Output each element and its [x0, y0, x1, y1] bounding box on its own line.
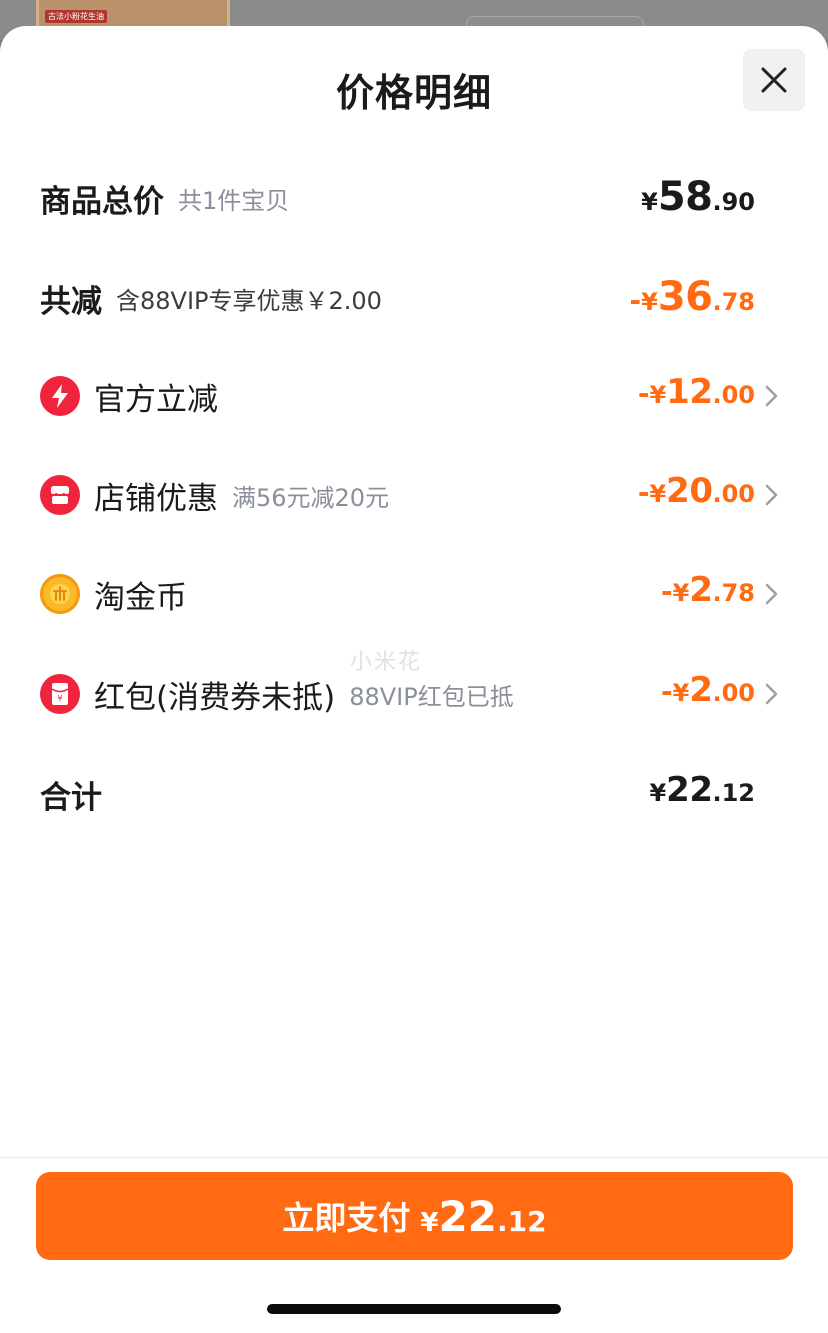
amount-integer: 22: [666, 770, 713, 810]
gold-coin-icon: [40, 574, 80, 614]
amount-decimal: .00: [712, 381, 755, 409]
chevron-right-icon: [765, 683, 778, 705]
currency-symbol: ¥: [420, 1207, 439, 1238]
red-packet-amount: - ¥ 2 .00: [661, 664, 755, 724]
close-icon: [761, 67, 787, 93]
minus-sign: -: [660, 575, 673, 608]
minus-sign: -: [637, 377, 650, 410]
currency-symbol: ¥: [649, 480, 667, 508]
amount-integer: 22: [438, 1191, 497, 1241]
amount-decimal: .90: [712, 188, 755, 216]
sheet-title: 价格明细: [335, 71, 492, 115]
shop-icon: [40, 475, 80, 515]
official-discount-row[interactable]: 官方立减 - ¥ 12 .00: [0, 366, 828, 426]
subtotal-row: 商品总价 共1件宝贝 ¥ 58 .90: [0, 168, 828, 228]
store-discount-rule: 满56元减20元: [232, 483, 390, 512]
vip-discount-note: 含88VIP专享优惠￥2.00: [116, 286, 382, 315]
grand-total-amount: ¥ 22 .12: [649, 764, 755, 824]
grand-total-label: 合计: [40, 779, 102, 816]
minus-sign: -: [637, 476, 650, 509]
currency-symbol: ¥: [641, 288, 658, 316]
vip-red-packet-note: 88VIP红包已抵: [349, 682, 514, 711]
amount-decimal: .78: [712, 579, 755, 607]
amount-integer: 20: [666, 471, 713, 511]
pay-button-amount: ¥ 22 .12: [420, 1192, 546, 1241]
red-packet-row[interactable]: ¥ 红包(消费券未抵) 88VIP红包已抵 - ¥ 2 .00: [0, 664, 828, 724]
coins-row[interactable]: 淘金币 - ¥ 2 .78: [0, 564, 828, 624]
subtotal-label: 商品总价: [40, 183, 164, 220]
pay-button-label: 立即支付: [282, 1199, 411, 1237]
total-discount-label: 共减: [40, 283, 102, 320]
currency-symbol: ¥: [672, 679, 690, 707]
amount-decimal: .12: [712, 779, 755, 807]
amount-integer: 58: [657, 174, 713, 220]
official-discount-amount: - ¥ 12 .00: [638, 366, 755, 426]
currency-symbol: ¥: [672, 579, 690, 607]
total-discount-row: 共减 含88VIP专享优惠￥2.00 - ¥ 36 .78: [0, 268, 828, 328]
chevron-right-icon: [765, 385, 778, 407]
item-count: 共1件宝贝: [178, 186, 290, 215]
footer-divider: [0, 1157, 828, 1158]
store-discount-row[interactable]: 店铺优惠 满56元减20元 - ¥ 20 .00: [0, 465, 828, 525]
amount-decimal: .12: [496, 1204, 547, 1238]
close-button[interactable]: [743, 49, 805, 111]
store-discount-amount: - ¥ 20 .00: [638, 465, 755, 525]
coins-amount: - ¥ 2 .78: [661, 564, 755, 624]
official-discount-label: 官方立减: [94, 381, 218, 418]
total-discount-amount: - ¥ 36 .78: [629, 268, 755, 328]
currency-symbol: ¥: [649, 381, 667, 409]
amount-integer: 36: [657, 274, 713, 320]
grand-total-row: 合计 ¥ 22 .12: [0, 764, 828, 824]
amount-integer: 12: [666, 372, 713, 412]
thumbnail-label: 古法小粉花生油: [45, 10, 107, 23]
chevron-right-icon: [765, 583, 778, 605]
minus-sign: -: [629, 284, 642, 317]
minus-sign: -: [660, 675, 673, 708]
amount-integer: 2: [689, 670, 713, 710]
coins-label: 淘金币: [94, 579, 187, 616]
home-indicator[interactable]: [267, 1304, 561, 1314]
amount-integer: 2: [689, 570, 713, 610]
amount-decimal: .00: [712, 480, 755, 508]
subtotal-amount: ¥ 58 .90: [641, 168, 755, 228]
currency-symbol: ¥: [641, 188, 658, 216]
red-packet-icon: ¥: [40, 674, 80, 714]
chevron-right-icon: [765, 484, 778, 506]
store-discount-label: 店铺优惠: [94, 480, 218, 517]
lightning-icon: [40, 376, 80, 416]
amount-decimal: .00: [712, 679, 755, 707]
amount-decimal: .78: [712, 288, 755, 316]
red-packet-label: 红包(消费券未抵): [94, 679, 336, 716]
price-detail-sheet: 价格明细 商品总价 共1件宝贝 ¥ 58 .90 共减 含88VIP专享优惠￥2…: [0, 26, 828, 1333]
svg-text:¥: ¥: [57, 694, 62, 703]
currency-symbol: ¥: [649, 779, 667, 807]
pay-now-button[interactable]: 立即支付 ¥ 22 .12: [36, 1172, 793, 1260]
